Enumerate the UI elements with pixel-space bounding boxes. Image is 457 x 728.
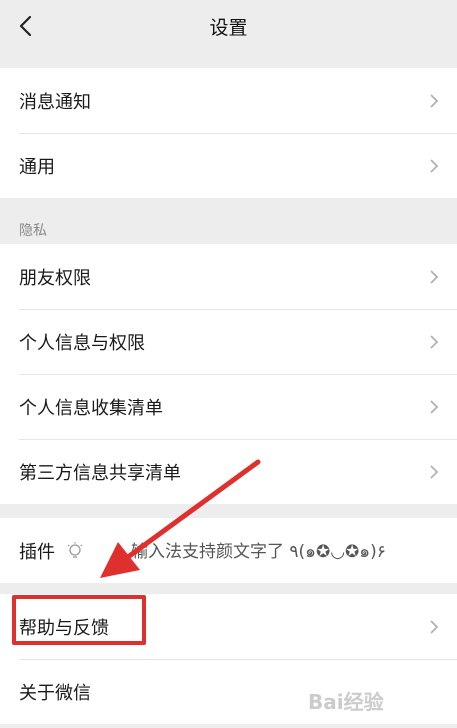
menu-item-label: 插件 bbox=[19, 541, 55, 563]
menu-item-notifications[interactable]: 消息通知 bbox=[0, 68, 457, 133]
menu-item-label: 关于微信 bbox=[19, 682, 91, 704]
page-title: 设置 bbox=[209, 16, 248, 39]
highlight-box bbox=[12, 595, 146, 645]
chevron-left-icon bbox=[19, 15, 32, 37]
menu-item-friend-permissions[interactable]: 朋友权限 bbox=[0, 244, 457, 309]
group-privacy: 朋友权限 个人信息与权限 个人信息收集清单 第三方信息共享清单 bbox=[0, 244, 457, 504]
chevron-right-icon bbox=[430, 158, 439, 173]
chevron-right-icon bbox=[430, 93, 439, 108]
menu-item-label: 朋友权限 bbox=[19, 267, 91, 289]
chevron-right-icon bbox=[430, 464, 439, 479]
group-general: 消息通知 通用 bbox=[0, 68, 457, 198]
menu-item-third-party-sharing-list[interactable]: 第三方信息共享清单 bbox=[0, 439, 457, 504]
menu-item-label: 通用 bbox=[19, 156, 55, 178]
chevron-right-icon bbox=[430, 399, 439, 414]
menu-item-personal-info-permissions[interactable]: 个人信息与权限 bbox=[0, 309, 457, 374]
group-plugins: 插件 输入法支持颜文字了 ٩(๑✪◡✪๑)۶ bbox=[0, 518, 457, 583]
menu-item-label: 消息通知 bbox=[19, 91, 91, 113]
watermark: Bai经验 bbox=[308, 689, 384, 714]
chevron-right-icon bbox=[430, 619, 439, 634]
back-button[interactable] bbox=[10, 10, 42, 42]
top-bar: 设置 bbox=[0, 0, 457, 52]
menu-item-info-collection-list[interactable]: 个人信息收集清单 bbox=[0, 374, 457, 439]
menu-item-general[interactable]: 通用 bbox=[0, 133, 457, 198]
chevron-right-icon bbox=[430, 269, 439, 284]
chevron-right-icon bbox=[430, 334, 439, 349]
menu-item-label: 个人信息收集清单 bbox=[19, 397, 163, 419]
section-label-privacy: 隐私 bbox=[19, 223, 47, 239]
lightbulb-icon bbox=[67, 541, 83, 558]
plugin-note: 输入法支持颜文字了 ٩(๑✪◡✪๑)۶ bbox=[131, 541, 386, 562]
menu-item-label: 第三方信息共享清单 bbox=[19, 462, 181, 484]
menu-item-label: 个人信息与权限 bbox=[19, 332, 145, 354]
menu-item-plugins[interactable]: 插件 输入法支持颜文字了 ٩(๑✪◡✪๑)۶ bbox=[0, 518, 457, 583]
